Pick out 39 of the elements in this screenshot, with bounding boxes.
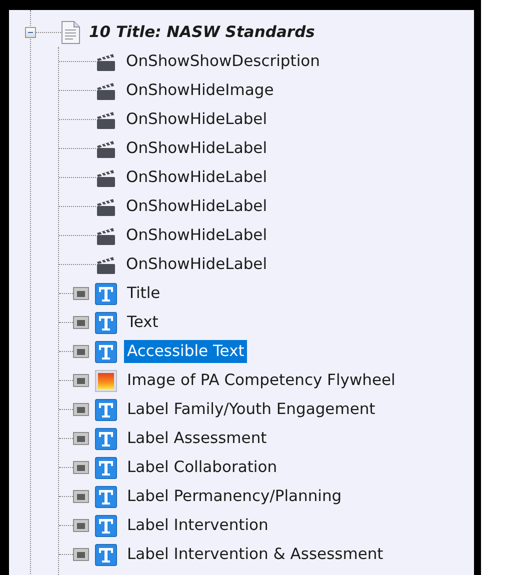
text-icon: [95, 428, 117, 450]
clapperboard-icon: [96, 80, 116, 100]
tree-item[interactable]: Label Permanency/Planning: [124, 485, 345, 508]
text-icon: [95, 282, 117, 304]
tree-item[interactable]: OnShowHideImage: [123, 79, 277, 102]
tree-item[interactable]: OnShowHideLabel: [123, 253, 270, 276]
text-icon: [95, 312, 117, 334]
collapse-toggle[interactable]: [25, 27, 36, 38]
image-icon: [95, 370, 117, 392]
tree-item[interactable]: Label Intervention & Assessment: [124, 543, 386, 566]
tree-item[interactable]: Title: [124, 282, 164, 305]
clapperboard-icon: [96, 52, 116, 72]
tree-item[interactable]: OnShowShowDescription: [123, 50, 323, 73]
tree-item[interactable]: OnShowHideLabel: [123, 195, 270, 218]
clapperboard-icon: [96, 110, 116, 130]
tree-item[interactable]: Label Intervention: [124, 514, 272, 537]
tree-item[interactable]: Label Collaboration: [124, 456, 280, 479]
clapperboard-icon: [96, 138, 116, 158]
clapperboard-icon: [96, 168, 116, 188]
tree-item[interactable]: 10 Title: NASW Standards: [86, 21, 318, 44]
text-icon: [95, 340, 117, 362]
text-icon: [95, 456, 117, 478]
tree-item[interactable]: OnShowHideLabel: [123, 108, 270, 131]
tree-item[interactable]: Label Assessment: [124, 427, 270, 450]
text-icon: [95, 544, 117, 566]
text-icon: [95, 514, 117, 536]
tree-item[interactable]: Image of PA Competency Flywheel: [124, 369, 398, 392]
tree-item[interactable]: Text: [124, 311, 162, 334]
text-icon: [95, 486, 117, 508]
document-icon: [61, 21, 80, 44]
tree-item[interactable]: OnShowHideLabel: [123, 137, 270, 160]
tree-item[interactable]: Accessible Text: [124, 340, 248, 363]
clapperboard-icon: [96, 254, 116, 274]
tree-item[interactable]: OnShowHideLabel: [123, 224, 270, 247]
text-icon: [95, 398, 117, 420]
tree-item[interactable]: Label Family/Youth Engagement: [124, 398, 378, 421]
clapperboard-icon: [96, 196, 116, 216]
tree-item[interactable]: OnShowHideLabel: [123, 166, 270, 189]
clapperboard-icon: [96, 226, 116, 246]
